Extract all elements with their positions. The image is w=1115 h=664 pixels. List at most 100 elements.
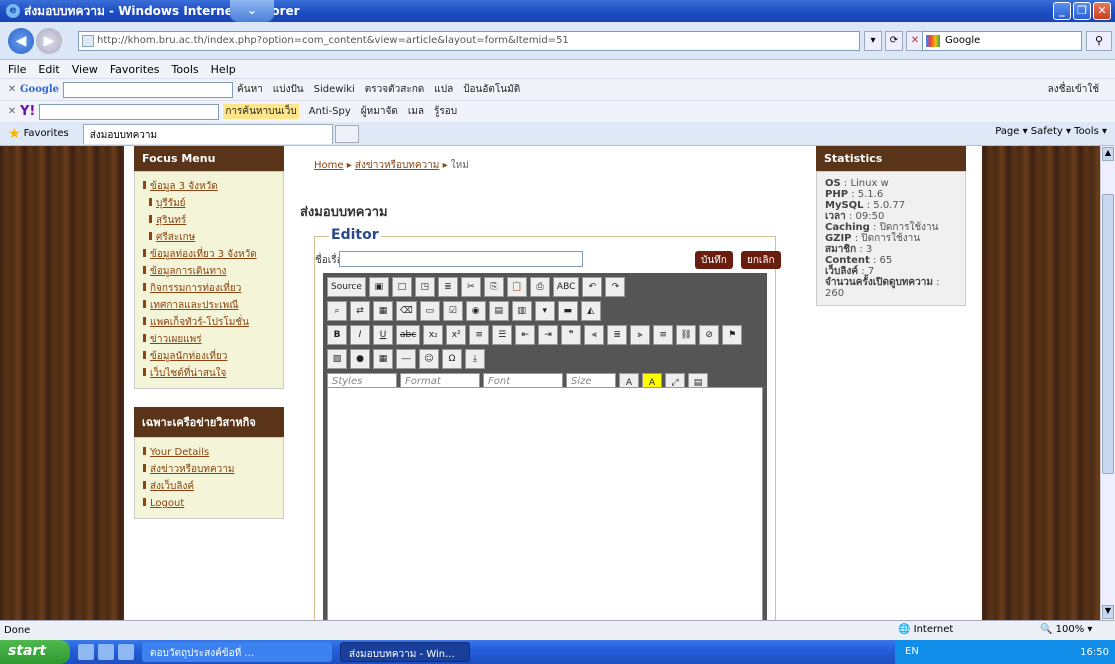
back-button[interactable]: ◀	[8, 28, 34, 54]
zoom-level[interactable]: 🔍 100% ▾	[1040, 624, 1092, 635]
scroll-thumb[interactable]	[1102, 194, 1114, 474]
italic-icon[interactable]: I	[350, 325, 370, 345]
menu-view[interactable]: View	[72, 63, 98, 76]
superscript-icon[interactable]: x²	[446, 325, 467, 345]
quicklaunch-icon[interactable]	[98, 644, 114, 660]
cut-icon[interactable]: ✂	[460, 277, 481, 297]
start-button[interactable]: start	[0, 640, 70, 664]
remove-format-icon[interactable]: ⌫	[396, 301, 417, 321]
yahoo-search-input[interactable]	[39, 103, 220, 120]
save-button[interactable]: บันทึก	[695, 251, 733, 269]
button-icon[interactable]: ▬	[557, 301, 578, 321]
web-search-button[interactable]: การค้นหาบนเว็บ	[223, 104, 299, 119]
search-icon[interactable]: ⚲	[1086, 31, 1112, 51]
signin-button[interactable]: ลงชื่อเข้าใช้	[1048, 82, 1099, 97]
breadcrumb-home[interactable]: Home	[314, 160, 344, 171]
replace-icon[interactable]: ⇄	[350, 301, 370, 321]
google-share-button[interactable]: แบ่งปัน	[273, 82, 304, 97]
dropdown-icon[interactable]: ▾	[864, 31, 882, 51]
command-bar[interactable]: Page ▾ Safety ▾ Tools ▾	[995, 126, 1107, 137]
blockquote-icon[interactable]: ❞	[561, 325, 582, 345]
menu-link[interactable]: บุรีรัมย์	[143, 195, 275, 212]
favorites-star-icon[interactable]: ★	[8, 126, 21, 142]
cancel-button[interactable]: ยกเลิก	[741, 251, 781, 269]
favorites-button[interactable]: Favorites	[24, 128, 69, 139]
menu-link[interactable]: ศรีสะเกษ	[143, 229, 275, 246]
menu-edit[interactable]: Edit	[38, 63, 59, 76]
language-indicator[interactable]: EN	[905, 646, 919, 657]
vertical-scrollbar[interactable]: ▲ ▼	[1100, 146, 1115, 620]
preview-icon[interactable]: ◳	[414, 277, 435, 297]
radio-icon[interactable]: ◉	[465, 301, 486, 321]
subscript-icon[interactable]: x₂	[423, 325, 444, 345]
outdent-icon[interactable]: ⇤	[515, 325, 536, 345]
anchor-icon[interactable]: ⚑	[722, 325, 743, 345]
toolbar-item-4[interactable]: รู้รอบ	[434, 104, 457, 119]
quicklaunch-icon[interactable]	[78, 644, 94, 660]
image-icon[interactable]: ▨	[327, 349, 347, 369]
bold-icon[interactable]: B	[327, 325, 347, 345]
checkbox-icon[interactable]: ☑	[442, 301, 463, 321]
dropdown-arrow-icon[interactable]: ⌄	[230, 0, 274, 22]
table-icon[interactable]: ▦	[373, 349, 393, 369]
new-page-icon[interactable]: □	[391, 277, 412, 297]
toolbar-item-2[interactable]: ผู้หมาจัด	[361, 104, 398, 119]
special-char-icon[interactable]: Ω	[442, 349, 462, 369]
spellcheck-icon[interactable]: ABC	[552, 277, 580, 297]
close-toolbar-icon[interactable]: ✕	[4, 106, 20, 117]
link-icon[interactable]: ⛓	[676, 325, 697, 345]
minimize-button[interactable]: _	[1053, 2, 1071, 20]
print-icon[interactable]: ⎙	[529, 277, 550, 297]
page-break-icon[interactable]: ⤓	[465, 349, 485, 369]
flash-icon[interactable]: ●	[350, 349, 370, 369]
bulleted-list-icon[interactable]: ☰	[492, 325, 513, 345]
new-tab-button[interactable]	[334, 124, 359, 143]
anti-spy-button[interactable]: Anti-Spy	[309, 106, 351, 117]
menu-link[interactable]: สุรินทร์	[143, 212, 275, 229]
justify-icon[interactable]: ≡	[653, 325, 674, 345]
indent-icon[interactable]: ⇥	[538, 325, 559, 345]
scroll-down-icon[interactable]: ▼	[1102, 605, 1114, 619]
menu-favorites[interactable]: Favorites	[110, 63, 160, 76]
mail-button[interactable]: เมล	[408, 104, 424, 119]
align-right-icon[interactable]: ⫸	[630, 325, 651, 345]
numbered-list-icon[interactable]: ≡	[469, 325, 490, 345]
menu-link[interactable]: ข้อมูล 3 จังหวัด	[143, 178, 275, 195]
strike-icon[interactable]: abc	[396, 325, 421, 345]
form-icon[interactable]: ▭	[419, 301, 440, 321]
menu-link[interactable]: ข้อมูลนักท่องเที่ยว	[143, 348, 275, 365]
translate-button[interactable]: แปล	[434, 82, 453, 97]
undo-icon[interactable]: ↶	[582, 277, 603, 297]
refresh-icon[interactable]: ⟳	[885, 31, 903, 51]
select-all-icon[interactable]: ▦	[373, 301, 393, 321]
menu-tools[interactable]: Tools	[172, 63, 199, 76]
underline-icon[interactable]: U	[373, 325, 393, 345]
maximize-button[interactable]: ❐	[1073, 2, 1091, 20]
submit-weblink-link[interactable]: ส่งเว็บลิงค์	[143, 478, 275, 495]
close-toolbar-icon[interactable]: ✕	[4, 84, 20, 95]
source-button[interactable]: Source	[327, 277, 366, 297]
redo-icon[interactable]: ↷	[605, 277, 626, 297]
quicklaunch-icon[interactable]	[118, 644, 134, 660]
menu-link[interactable]: ข้อมูลท่องเที่ยว 3 จังหวัด	[143, 246, 275, 263]
unlink-icon[interactable]: ⊘	[699, 325, 720, 345]
save-doc-icon[interactable]: ▣	[368, 277, 389, 297]
submit-article-link[interactable]: ส่งข่าวหรือบทความ	[143, 461, 275, 478]
search-input[interactable]: Google	[922, 31, 1082, 51]
forward-button[interactable]: ▶	[36, 28, 62, 54]
breadcrumb-section[interactable]: ส่งข่าวหรือบทความ	[355, 160, 439, 171]
sidewiki-button[interactable]: Sidewiki	[314, 84, 355, 95]
menu-link[interactable]: ข้อมูลการเดินทาง	[143, 263, 275, 280]
menu-link[interactable]: กิจกรรมการท่องเที่ยว	[143, 280, 275, 297]
textarea-icon[interactable]: ▥	[511, 301, 532, 321]
templates-icon[interactable]: ≣	[437, 277, 458, 297]
menu-help[interactable]: Help	[211, 63, 236, 76]
menu-link[interactable]: เว็บไซต์ที่น่าสนใจ	[143, 365, 275, 382]
title-input[interactable]	[339, 251, 583, 267]
align-left-icon[interactable]: ⫷	[584, 325, 605, 345]
image-button-icon[interactable]: ◭	[580, 301, 601, 321]
find-icon[interactable]: ⌕	[327, 301, 347, 321]
menu-file[interactable]: File	[8, 63, 26, 76]
taskbar-item-word[interactable]: ตอบวัตถุประสงค์ข้อที่ ...	[142, 642, 332, 662]
close-button[interactable]: ✕	[1093, 2, 1111, 20]
